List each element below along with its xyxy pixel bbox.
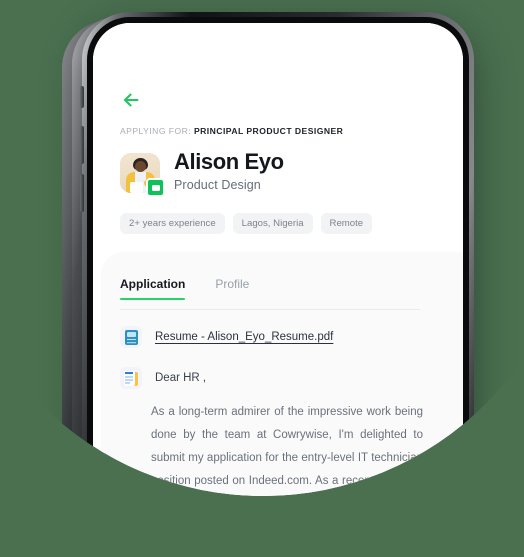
applying-for-label: APPLYING FOR: xyxy=(120,126,192,136)
tag-work-mode: Remote xyxy=(320,213,373,234)
tab-profile[interactable]: Profile xyxy=(215,277,249,300)
back-arrow-icon[interactable] xyxy=(120,87,146,113)
tag-experience: 2+ years experience xyxy=(120,213,225,234)
tab-divider xyxy=(120,309,420,310)
tab-application[interactable]: Application xyxy=(120,277,186,300)
mute-switch[interactable] xyxy=(80,86,84,108)
resume-row[interactable]: Resume - Alison_Eyo_Resume.pdf xyxy=(120,326,333,348)
candidate-tags: 2+ years experience Lagos, Nigeria Remot… xyxy=(120,213,373,234)
candidate-names: Alison Eyo Product Design xyxy=(174,150,284,192)
letter-salutation: Dear HR , xyxy=(155,372,207,384)
resume-link[interactable]: Resume - Alison_Eyo_Resume.pdf xyxy=(155,331,333,343)
cover-letter-icon xyxy=(120,367,142,389)
candidate-role: Product Design xyxy=(174,178,261,193)
cover-letter-row: Dear HR , xyxy=(120,367,206,389)
candidate-name: Alison Eyo xyxy=(174,149,284,174)
applying-for: APPLYING FOR: PRINCIPAL PRODUCT DESIGNER xyxy=(120,126,343,136)
volume-down-button[interactable] xyxy=(80,174,84,212)
video-badge-icon xyxy=(146,178,165,197)
volume-up-button[interactable] xyxy=(80,126,84,164)
avatar-wrapper xyxy=(120,153,165,197)
tag-location: Lagos, Nigeria xyxy=(232,213,313,234)
circular-mask: APPLYING FOR: PRINCIPAL PRODUCT DESIGNER xyxy=(0,0,524,496)
tab-bar: Application Profile xyxy=(120,277,249,300)
application-card: Application Profile Resume - Alison_Eyo_… xyxy=(101,253,463,496)
candidate-identity: Alison Eyo Product Design xyxy=(120,150,284,197)
cover-letter-body: As a long-term admirer of the impressive… xyxy=(151,406,423,487)
composition-stage: APPLYING FOR: PRINCIPAL PRODUCT DESIGNER xyxy=(0,0,524,557)
phone-mockup-front: APPLYING FOR: PRINCIPAL PRODUCT DESIGNER xyxy=(82,12,474,496)
phone-screen: APPLYING FOR: PRINCIPAL PRODUCT DESIGNER xyxy=(93,23,463,496)
applying-for-role: PRINCIPAL PRODUCT DESIGNER xyxy=(193,126,344,136)
app-screen: APPLYING FOR: PRINCIPAL PRODUCT DESIGNER xyxy=(93,23,463,496)
resume-document-icon xyxy=(120,326,142,348)
